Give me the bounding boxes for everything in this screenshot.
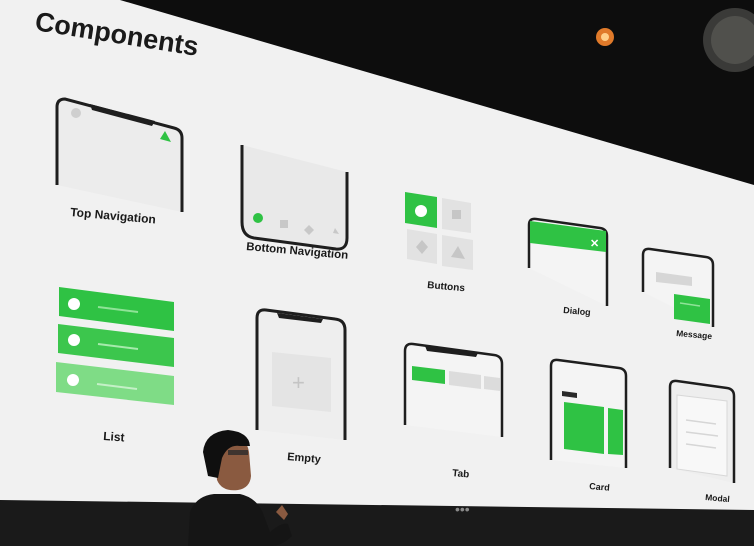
empty-mockup: + <box>255 308 347 440</box>
tab-mockup <box>403 342 504 437</box>
circle-icon <box>253 213 263 223</box>
circle-icon <box>68 298 80 310</box>
modal-sheet <box>676 394 728 477</box>
label-modal: Modal <box>705 492 730 504</box>
label-tab: Tab <box>452 468 470 480</box>
close-icon: ✕ <box>590 238 599 250</box>
label-list: List <box>103 429 125 444</box>
plus-icon: + <box>292 370 305 395</box>
label-card: Card <box>589 481 610 493</box>
tab-inactive <box>484 376 500 391</box>
message-bubble-outgoing <box>674 294 710 324</box>
pagination-dots: ••• <box>455 501 470 517</box>
circle-icon <box>68 334 80 346</box>
square-icon <box>452 210 461 219</box>
card-primary <box>564 402 604 454</box>
photo-scene: Components Top Navigation Bottom Navigat… <box>0 0 754 546</box>
square-icon <box>280 220 288 228</box>
card-mockup <box>549 358 628 468</box>
card-secondary <box>608 408 623 455</box>
modal-mockup <box>668 379 736 483</box>
circle-icon <box>67 374 79 386</box>
list-mockup <box>56 287 174 405</box>
circle-icon <box>415 205 427 217</box>
